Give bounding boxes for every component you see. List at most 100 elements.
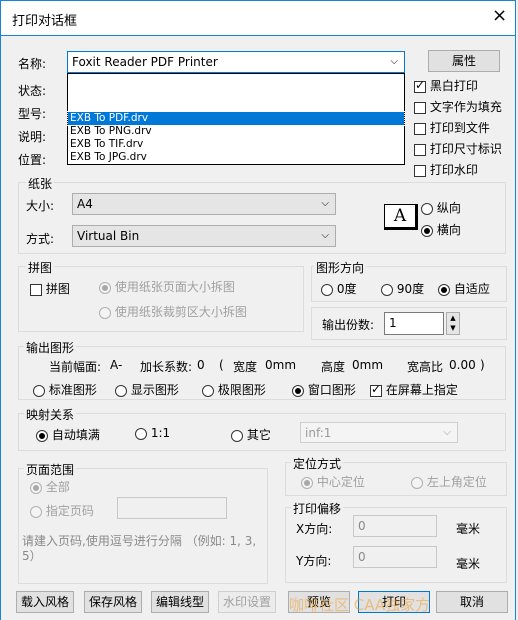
tile-group-title: 拼图 bbox=[26, 259, 55, 276]
tile-opt2[interactable]: 使用纸张裁剪区大小拆图 bbox=[99, 303, 247, 320]
direction-auto-radio[interactable] bbox=[438, 283, 450, 296]
tile-checkbox[interactable] bbox=[30, 283, 42, 296]
direction-90-option[interactable]: 90度 bbox=[381, 280, 424, 297]
output-display-radio[interactable] bbox=[115, 384, 127, 397]
page-specify-input[interactable] bbox=[117, 497, 227, 519]
position-center-option[interactable]: 中心定位 bbox=[301, 473, 365, 490]
chevron-down-icon: ⌵ bbox=[321, 198, 329, 209]
output-window-radio[interactable] bbox=[292, 384, 304, 397]
paper-size-select[interactable]: A4 ⌵ bbox=[72, 193, 336, 215]
page-all-radio[interactable] bbox=[30, 481, 42, 494]
printer-select[interactable]: Foxit Reader PDF Printer ⌵ bbox=[67, 51, 405, 73]
edit-linetype-button[interactable]: 编辑线型 bbox=[151, 591, 209, 613]
dropdown-item[interactable]: EXB To TIF.drv bbox=[68, 138, 404, 151]
direction-0-option[interactable]: 0度 bbox=[321, 280, 356, 297]
watermark-settings-button[interactable]: 水印设置 bbox=[218, 591, 276, 613]
stepper-down-icon[interactable]: ▼ bbox=[447, 323, 459, 333]
mapping-11-label: 1:1 bbox=[150, 426, 171, 440]
current-size-value: A- bbox=[110, 358, 123, 372]
position-center-radio[interactable] bbox=[301, 476, 313, 489]
cancel-button[interactable]: 取消 bbox=[436, 591, 508, 613]
offset-x-unit: 毫米 bbox=[456, 522, 481, 536]
page-range-group-title: 页面范围 bbox=[24, 461, 77, 478]
properties-button[interactable]: 属性 bbox=[428, 50, 500, 72]
mapping-11-option[interactable]: 1:1 bbox=[135, 426, 170, 440]
portrait-option[interactable]: 纵向 bbox=[421, 199, 461, 216]
on-screen-option[interactable]: 在屏幕上指定 bbox=[370, 381, 458, 398]
chevron-down-icon: ⌵ bbox=[390, 56, 398, 67]
paper-mode-select[interactable]: Virtual Bin ⌵ bbox=[72, 225, 336, 247]
close-icon[interactable]: × bbox=[492, 6, 507, 26]
height-label: 高度 bbox=[321, 360, 346, 374]
landscape-option[interactable]: 横向 bbox=[421, 221, 461, 238]
dropdown-item[interactable]: EXB To JPG.drv bbox=[68, 151, 404, 164]
text-fill-option[interactable]: 文字作为填充 bbox=[414, 98, 502, 115]
preview-button[interactable]: 预览 bbox=[288, 591, 350, 613]
dropdown-item[interactable]: EXB To PDF.drv bbox=[67, 111, 405, 126]
bw-print-label: 黑白打印 bbox=[429, 79, 478, 93]
dropdown-item[interactable]: EXB To PNG.drv bbox=[68, 125, 404, 138]
copies-stepper[interactable]: ▲ ▼ bbox=[446, 312, 460, 335]
paren-close: ) bbox=[480, 358, 485, 372]
tile-opt1[interactable]: 使用纸张页面大小拆图 bbox=[99, 278, 235, 295]
on-screen-checkbox[interactable] bbox=[370, 382, 382, 397]
offset-x-label: X方向: bbox=[296, 522, 333, 536]
output-window-option[interactable]: 窗口图形 bbox=[292, 381, 356, 398]
tile-opt2-radio[interactable] bbox=[99, 306, 111, 319]
output-window-label: 窗口图形 bbox=[307, 383, 356, 397]
position-topleft-label: 左上角定位 bbox=[426, 475, 487, 489]
printer-dropdown-list[interactable]: EXB To PDF.drv EXB To PNG.drv EXB To TIF… bbox=[67, 73, 405, 165]
print-watermark-option[interactable]: 打印水印 bbox=[414, 161, 478, 178]
tile-option[interactable]: 拼图 bbox=[30, 280, 70, 297]
print-to-file-option[interactable]: 打印到文件 bbox=[414, 119, 490, 136]
print-watermark-checkbox[interactable] bbox=[414, 164, 426, 177]
mapping-other-radio[interactable] bbox=[231, 429, 243, 442]
tile-opt1-radio[interactable] bbox=[99, 281, 111, 294]
bw-print-checkbox[interactable] bbox=[414, 78, 426, 93]
page-specify-radio[interactable] bbox=[30, 505, 42, 518]
print-to-file-label: 打印到文件 bbox=[429, 121, 490, 135]
chevron-down-icon: ⌵ bbox=[321, 230, 329, 241]
factor-label: 加长系数: bbox=[140, 360, 193, 374]
page-all-option[interactable]: 全部 bbox=[30, 478, 70, 495]
page-specify-option[interactable]: 指定页码 bbox=[30, 502, 94, 519]
tile-group bbox=[18, 266, 304, 332]
direction-0-radio[interactable] bbox=[321, 283, 333, 296]
position-center-label: 中心定位 bbox=[316, 475, 365, 489]
output-standard-label: 标准图形 bbox=[48, 383, 97, 397]
stepper-up-icon[interactable]: ▲ bbox=[447, 313, 459, 323]
position-topleft-option[interactable]: 左上角定位 bbox=[411, 473, 487, 490]
text-fill-checkbox[interactable] bbox=[414, 101, 426, 114]
mapping-11-radio[interactable] bbox=[135, 427, 147, 440]
direction-auto-option[interactable]: 自适应 bbox=[438, 280, 490, 297]
mapping-auto-radio[interactable] bbox=[36, 429, 48, 442]
print-to-file-checkbox[interactable] bbox=[414, 122, 426, 135]
bw-print-option[interactable]: 黑白打印 bbox=[414, 77, 478, 94]
mapping-auto-option[interactable]: 自动填满 bbox=[36, 426, 100, 443]
mapping-other-option[interactable]: 其它 bbox=[231, 426, 271, 443]
print-size-mark-checkbox[interactable] bbox=[414, 143, 426, 156]
printer-select-value: Foxit Reader PDF Printer bbox=[72, 55, 218, 69]
mapping-other-select[interactable]: inf:1 ⌵ bbox=[300, 422, 458, 443]
print-button[interactable]: 打印 bbox=[358, 591, 430, 613]
print-size-mark-label: 打印尺寸标识 bbox=[429, 142, 502, 156]
output-display-option[interactable]: 显示图形 bbox=[115, 381, 179, 398]
portrait-radio[interactable] bbox=[421, 202, 433, 215]
desc-label: 说明: bbox=[18, 130, 47, 144]
offset-x-input[interactable]: 0 bbox=[353, 515, 437, 537]
output-extreme-option[interactable]: 极限图形 bbox=[202, 381, 266, 398]
direction-90-radio[interactable] bbox=[381, 283, 393, 296]
width-value: 0mm bbox=[265, 358, 297, 372]
print-size-mark-option[interactable]: 打印尺寸标识 bbox=[414, 140, 502, 157]
position-topleft-radio[interactable] bbox=[411, 476, 423, 489]
mapping-other-label: 其它 bbox=[246, 428, 271, 442]
output-standard-radio[interactable] bbox=[33, 384, 45, 397]
copies-input[interactable]: 1 bbox=[384, 312, 444, 335]
load-style-button[interactable]: 载入风格 bbox=[16, 591, 74, 613]
offset-y-input[interactable]: 0 bbox=[353, 546, 437, 568]
save-style-button[interactable]: 保存风格 bbox=[84, 591, 142, 613]
landscape-radio[interactable] bbox=[421, 224, 433, 237]
output-standard-option[interactable]: 标准图形 bbox=[33, 381, 97, 398]
output-extreme-radio[interactable] bbox=[202, 384, 214, 397]
output-display-label: 显示图形 bbox=[130, 383, 179, 397]
